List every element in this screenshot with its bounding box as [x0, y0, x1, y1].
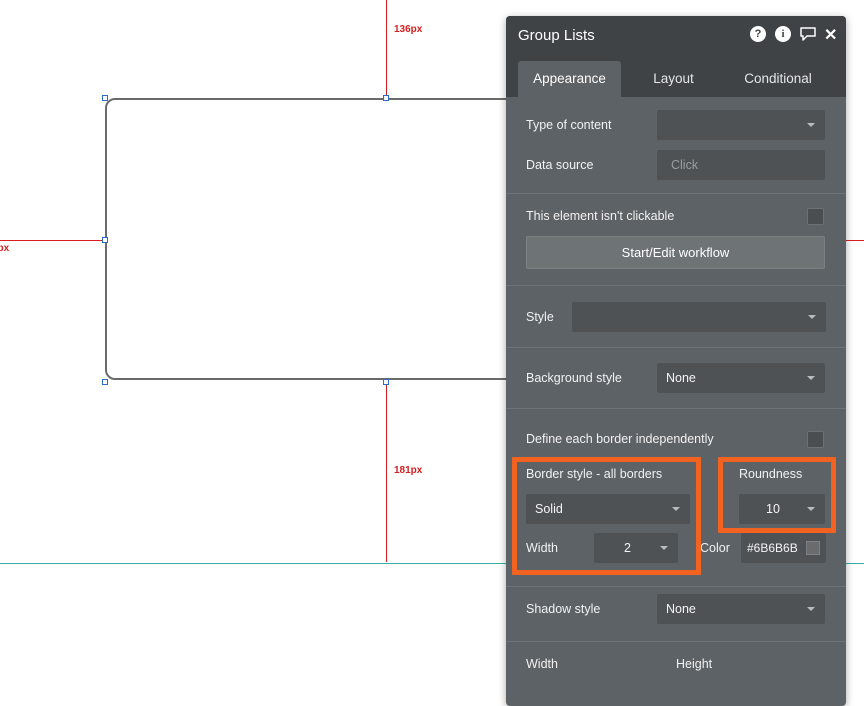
element-width-label: Width	[526, 657, 558, 671]
left-margin-label: 9px	[0, 243, 10, 254]
top-margin-label: 136px	[394, 24, 423, 35]
section-divider	[506, 193, 846, 194]
panel-header[interactable]: Group Lists ? i ✕	[506, 16, 846, 53]
info-icon[interactable]: i	[775, 26, 791, 42]
border-color-label: Color	[700, 541, 730, 555]
left-guide-line	[0, 240, 105, 241]
section-divider	[506, 641, 846, 642]
chevron-down-icon	[807, 123, 815, 127]
not-clickable-label: This element isn't clickable	[526, 209, 675, 223]
tab-conditional[interactable]: Conditional	[728, 61, 828, 97]
shadow-style-label: Shadow style	[526, 602, 601, 616]
panel-title: Group Lists	[518, 27, 595, 44]
resize-handle-bottom-left[interactable]	[102, 379, 108, 385]
background-style-label: Background style	[526, 371, 622, 385]
tab-appearance[interactable]: Appearance	[518, 61, 621, 97]
roundness-highlight	[718, 457, 836, 533]
define-borders-label: Define each border independently	[526, 432, 714, 446]
resize-handle-top-left[interactable]	[102, 95, 108, 101]
data-source-field[interactable]: Click	[657, 150, 825, 180]
bottom-guide-line	[386, 382, 387, 562]
background-style-dropdown[interactable]: None	[657, 363, 825, 393]
chevron-down-icon	[807, 376, 815, 380]
resize-handle-bottom-middle[interactable]	[383, 379, 389, 385]
page-boundary-line-right	[846, 563, 864, 564]
resize-handle-middle-left[interactable]	[102, 237, 108, 243]
data-source-label: Data source	[526, 158, 594, 172]
section-divider	[506, 347, 846, 348]
define-borders-checkbox[interactable]	[807, 431, 824, 448]
shadow-style-value: None	[666, 602, 696, 616]
chevron-down-icon	[807, 607, 815, 611]
style-label: Style	[526, 310, 554, 324]
section-divider	[506, 408, 846, 409]
section-divider	[506, 285, 846, 286]
border-style-highlight	[512, 457, 701, 575]
help-icon[interactable]: ?	[750, 26, 766, 42]
close-icon[interactable]: ✕	[824, 25, 837, 45]
type-of-content-dropdown[interactable]	[657, 110, 825, 140]
color-swatch[interactable]	[806, 541, 820, 555]
comment-icon[interactable]	[799, 26, 817, 42]
page-boundary-line	[0, 563, 506, 564]
tab-layout[interactable]: Layout	[626, 61, 721, 97]
border-color-field[interactable]: #6B6B6B	[741, 533, 826, 563]
section-divider	[506, 586, 846, 587]
not-clickable-checkbox[interactable]	[807, 208, 824, 225]
group-lists-element[interactable]	[105, 98, 525, 380]
bottom-margin-label: 181px	[394, 465, 423, 476]
data-source-placeholder: Click	[671, 158, 699, 172]
style-dropdown[interactable]	[572, 302, 826, 332]
start-edit-workflow-button[interactable]: Start/Edit workflow	[526, 236, 825, 269]
element-height-label: Height	[676, 657, 713, 671]
border-color-value: #6B6B6B	[747, 541, 798, 555]
property-editor-panel: Group Lists ? i ✕ Appearance Layout Cond…	[506, 16, 846, 706]
type-of-content-label: Type of content	[526, 118, 612, 132]
background-style-value: None	[666, 371, 696, 385]
shadow-style-dropdown[interactable]: None	[657, 594, 825, 624]
resize-handle-top-middle[interactable]	[383, 95, 389, 101]
tab-bar: Appearance Layout Conditional	[506, 53, 846, 97]
chevron-down-icon	[808, 315, 816, 319]
right-guide-line	[846, 240, 864, 241]
top-guide-line	[386, 0, 387, 98]
